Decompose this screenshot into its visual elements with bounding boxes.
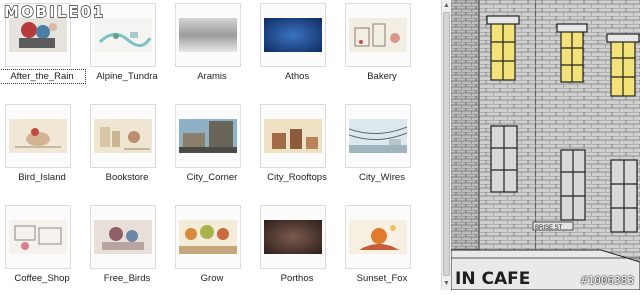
thumbnail-bird-island bbox=[9, 119, 67, 153]
thumbnail-athos bbox=[264, 18, 322, 52]
thumbnail-city-rooftops bbox=[264, 119, 322, 153]
theme-gallery: After_the_Rain Alpine_Tundra Aramis Atho… bbox=[0, 0, 441, 290]
thumbnail-bakery bbox=[349, 18, 407, 52]
cafe-sign-text: IN CAFE bbox=[455, 269, 530, 289]
thumbnail-frame bbox=[260, 3, 326, 67]
thumbnail-porthos bbox=[264, 220, 322, 254]
wallpaper-preview: BRISE ST IN CAFE bbox=[450, 0, 640, 291]
thumbnail-frame bbox=[175, 205, 241, 269]
thumbnail-frame bbox=[175, 3, 241, 67]
theme-label: Aramis bbox=[197, 71, 227, 82]
thumbnail-coffee-shop bbox=[9, 220, 67, 254]
scroll-up-arrow-icon[interactable]: ▲ bbox=[443, 2, 450, 10]
theme-label: City_Rooftops bbox=[267, 172, 327, 183]
thumbnail-frame bbox=[5, 205, 71, 269]
theme-item-coffee-shop[interactable]: Coffee_Shop bbox=[0, 202, 84, 290]
thumbnail-city-corner bbox=[179, 119, 237, 153]
theme-label: Free_Birds bbox=[103, 273, 151, 284]
theme-item-free-birds[interactable]: Free_Birds bbox=[85, 202, 169, 290]
theme-item-bookstore[interactable]: Bookstore bbox=[85, 101, 169, 197]
theme-label: After_the_Rain bbox=[0, 69, 86, 84]
theme-label: City_Wires bbox=[359, 172, 405, 183]
theme-label: Coffee_Shop bbox=[14, 273, 70, 284]
thumbnail-frame bbox=[260, 104, 326, 168]
thumbnail-frame bbox=[90, 205, 156, 269]
theme-label: Bakery bbox=[367, 71, 397, 82]
thumbnail-free-birds bbox=[94, 220, 152, 254]
svg-text:MOBILE01: MOBILE01 bbox=[4, 3, 105, 21]
watermark-id-text: #1006383 bbox=[581, 274, 634, 287]
scroll-down-arrow-icon[interactable]: ▼ bbox=[443, 280, 450, 288]
thumbnail-frame bbox=[5, 104, 71, 168]
theme-label: Grow bbox=[200, 273, 224, 284]
theme-item-city-corner[interactable]: City_Corner bbox=[170, 101, 254, 197]
theme-item-bakery[interactable]: Bakery bbox=[340, 0, 424, 96]
theme-item-porthos[interactable]: Porthos bbox=[255, 202, 339, 290]
theme-item-city-wires[interactable]: City_Wires bbox=[340, 101, 424, 197]
theme-label: Athos bbox=[284, 71, 310, 82]
mobile01-logo: MOBILE01 bbox=[3, 2, 105, 21]
thumbnail-aramis bbox=[179, 18, 237, 52]
theme-item-bird-island[interactable]: Bird_Island bbox=[0, 101, 84, 197]
theme-label: City_Corner bbox=[186, 172, 238, 183]
theme-label: Bird_Island bbox=[18, 172, 66, 183]
thumbnail-frame bbox=[345, 104, 411, 168]
theme-item-grow[interactable]: Grow bbox=[170, 202, 254, 290]
thumbnail-bookstore bbox=[94, 119, 152, 153]
theme-item-sunset-fox[interactable]: Sunset_Fox bbox=[340, 202, 424, 290]
theme-label: Alpine_Tundra bbox=[96, 71, 158, 82]
thumbnail-after-the-rain bbox=[9, 18, 67, 52]
street-sign-text: BRISE ST bbox=[535, 225, 563, 231]
theme-label: Porthos bbox=[280, 273, 314, 284]
thumbnail-sunset-fox bbox=[349, 220, 407, 254]
thumbnail-frame bbox=[175, 104, 241, 168]
vertical-scrollbar[interactable]: ▲ ▼ bbox=[441, 0, 451, 290]
theme-item-athos[interactable]: Athos bbox=[255, 0, 339, 96]
theme-item-aramis[interactable]: Aramis bbox=[170, 0, 254, 96]
thumbnail-grow bbox=[179, 220, 237, 254]
scrollbar-thumb[interactable] bbox=[443, 12, 450, 276]
thumbnail-frame bbox=[345, 3, 411, 67]
theme-label: Bookstore bbox=[105, 172, 149, 183]
theme-label: Sunset_Fox bbox=[356, 273, 408, 284]
theme-item-city-rooftops[interactable]: City_Rooftops bbox=[255, 101, 339, 197]
thumbnail-alpine-tundra bbox=[94, 18, 152, 52]
street-sketch-illustration: BRISE ST IN CAFE bbox=[450, 0, 640, 291]
thumbnail-frame bbox=[260, 205, 326, 269]
thumbnail-frame bbox=[90, 104, 156, 168]
thumbnail-city-wires bbox=[349, 119, 407, 153]
thumbnail-frame bbox=[345, 205, 411, 269]
